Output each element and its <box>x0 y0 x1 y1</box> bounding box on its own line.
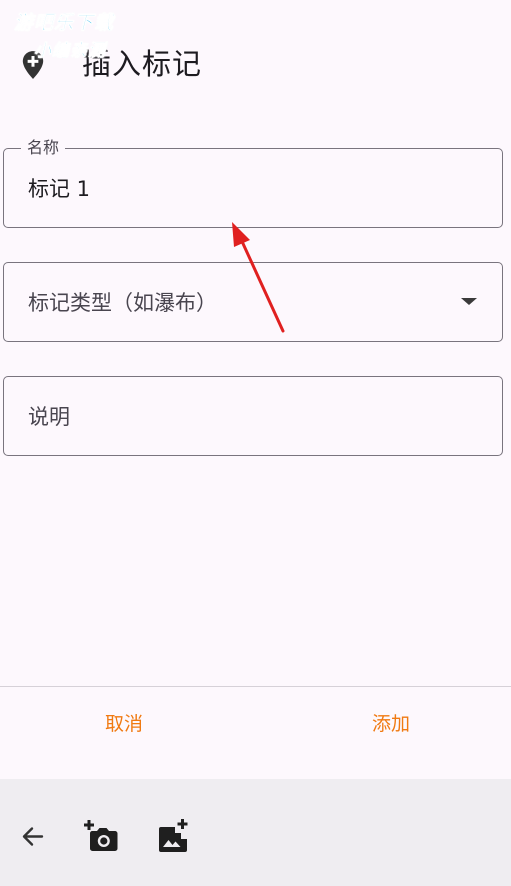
name-field-value: 标记 1 <box>28 177 91 201</box>
watermark: 游吧乐下载 小编亲测 <box>14 8 146 64</box>
cancel-button[interactable]: 取消 <box>64 708 184 740</box>
watermark-line-1: 游吧乐下载 <box>14 12 115 35</box>
name-field-label: 名称 <box>21 138 66 158</box>
description-field[interactable]: 说明 <box>3 376 503 456</box>
description-placeholder: 说明 <box>28 405 70 429</box>
marker-type-placeholder: 标记类型（如瀑布） <box>28 291 217 315</box>
back-arrow-icon[interactable] <box>14 819 50 855</box>
insert-marker-dialog: 游吧乐下载 小编亲测 插入标记 名称 标记 1 标记类型（如瀑布） 说明 取消 … <box>0 0 511 886</box>
name-field[interactable]: 名称 标记 1 <box>3 138 503 228</box>
watermark-line-2: 小编亲测 <box>34 41 106 62</box>
bottom-toolbar <box>0 779 511 886</box>
marker-type-select[interactable]: 标记类型（如瀑布） <box>3 262 503 342</box>
dropdown-arrow-icon <box>461 298 477 305</box>
add-photo-icon[interactable] <box>156 819 192 855</box>
add-button[interactable]: 添加 <box>331 708 451 740</box>
actions-divider <box>0 686 511 687</box>
add-camera-icon[interactable] <box>84 819 120 855</box>
